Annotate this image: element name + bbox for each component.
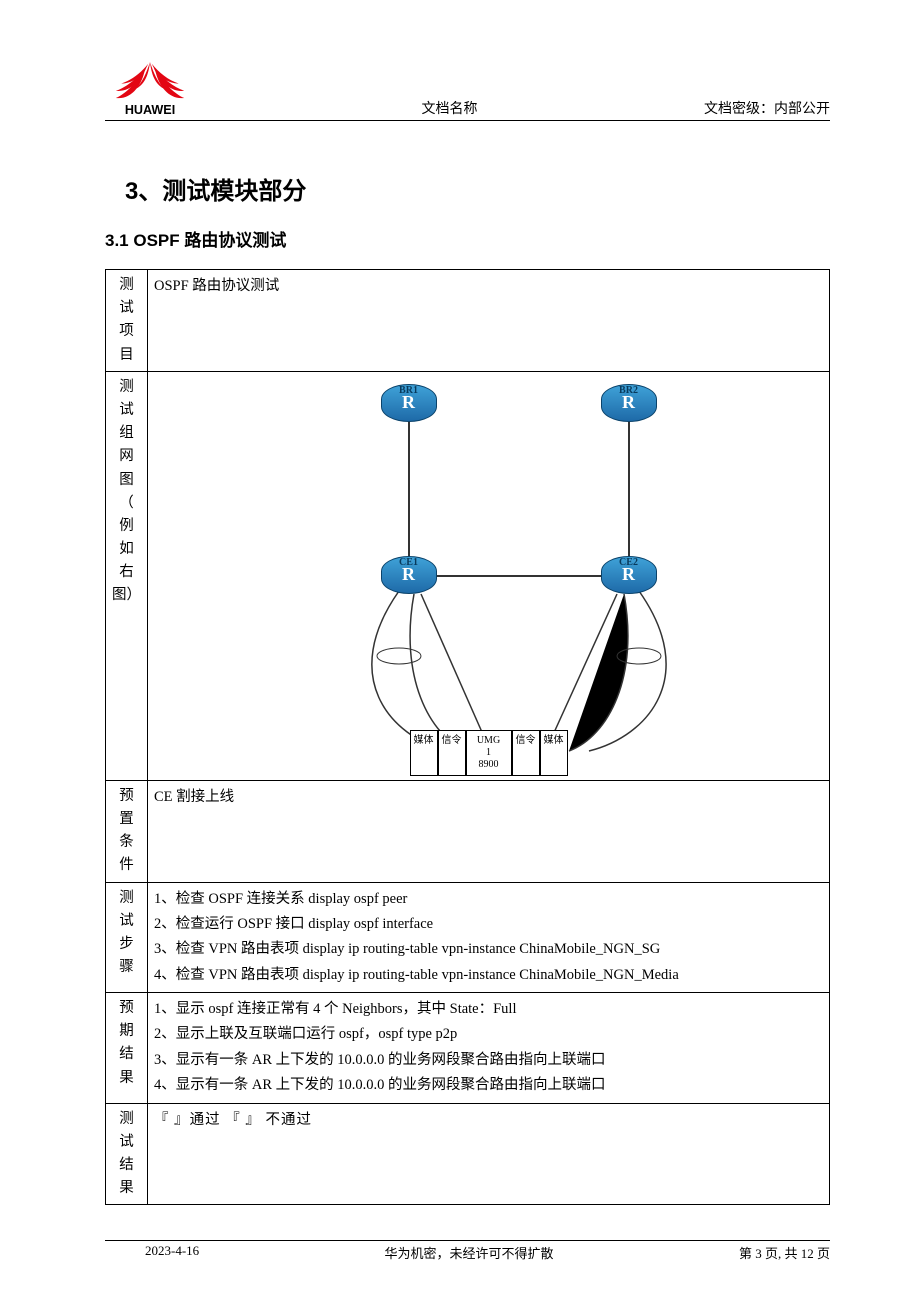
expect-line: 3、显示有一条 AR 上下发的 10.0.0.0 的业务网段聚合路由指向上联端口 bbox=[154, 1048, 823, 1073]
expect-line: 2、显示上联及互联端口运行 ospf，ospf type p2p bbox=[154, 1022, 823, 1047]
umg-signal-right: 信令 bbox=[512, 730, 540, 776]
router-label: BR2 bbox=[599, 382, 659, 400]
router-br1: BR1 R bbox=[379, 384, 439, 422]
subsection-heading: 3.1 OSPF 路由协议测试 bbox=[105, 226, 830, 251]
table-row: 测试结果 『 』通过 『 』 不通过 bbox=[106, 1103, 830, 1205]
brand-text: HUAWEI bbox=[125, 103, 175, 117]
step-line: 1、检查 OSPF 连接关系 display ospf peer bbox=[154, 887, 823, 912]
umg-media-right: 媒体 bbox=[540, 730, 568, 776]
security-label: 文档密级： bbox=[704, 102, 774, 117]
router-label: CE1 bbox=[379, 554, 439, 572]
row-label-item: 测试项目 bbox=[106, 270, 148, 372]
cell-test-steps: 1、检查 OSPF 连接关系 display ospf peer 2、检查运行 … bbox=[148, 882, 830, 993]
umg-device: 媒体 信令 UMG 1 8900 信令 媒体 bbox=[410, 730, 568, 776]
cell-topology: BR1 R BR2 R CE1 R CE2 R bbox=[148, 371, 830, 780]
header-security: 文档密级：内部公开 bbox=[704, 98, 830, 118]
cell-expected: 1、显示 ospf 连接正常有 4 个 Neighbors，其中 State：F… bbox=[148, 993, 830, 1104]
router-label: BR1 bbox=[379, 382, 439, 400]
test-spec-table: 测试项目 OSPF 路由协议测试 测试组网图（例如右图） bbox=[105, 269, 830, 1205]
table-row: 预置条件 CE 割接上线 bbox=[106, 780, 830, 882]
table-row: 测试组网图（例如右图） bbox=[106, 371, 830, 780]
umg-media-left: 媒体 bbox=[410, 730, 438, 776]
footer-page-number: 第 3 页, 共 12 页 bbox=[739, 1243, 830, 1262]
cell-test-item: OSPF 路由协议测试 bbox=[148, 270, 830, 372]
row-label-precond: 预置条件 bbox=[106, 780, 148, 882]
cell-result: 『 』通过 『 』 不通过 bbox=[148, 1103, 830, 1205]
row-label-result: 测试结果 bbox=[106, 1103, 148, 1205]
section-heading: 3、测试模块部分 bbox=[125, 171, 830, 206]
row-label-steps: 测试步骤 bbox=[106, 882, 148, 993]
diagram-lines bbox=[189, 376, 789, 776]
router-ce2: CE2 R bbox=[599, 556, 659, 594]
table-row: 测试项目 OSPF 路由协议测试 bbox=[106, 270, 830, 372]
expect-line: 1、显示 ospf 连接正常有 4 个 Neighbors，其中 State：F… bbox=[154, 997, 823, 1022]
step-line: 4、检查 VPN 路由表项 display ip routing-table v… bbox=[154, 963, 823, 988]
footer-date: 2023-4-16 bbox=[105, 1243, 199, 1262]
row-label-topology: 测试组网图（例如右图） bbox=[106, 371, 148, 780]
huawei-icon: HUAWEI bbox=[105, 60, 195, 118]
router-label: CE2 bbox=[599, 554, 659, 572]
step-line: 3、检查 VPN 路由表项 display ip routing-table v… bbox=[154, 937, 823, 962]
brand-logo: HUAWEI bbox=[105, 60, 195, 118]
router-br2: BR2 R bbox=[599, 384, 659, 422]
network-diagram: BR1 R BR2 R CE1 R CE2 R bbox=[189, 376, 789, 776]
security-value: 内部公开 bbox=[774, 102, 830, 117]
umg-center: UMG 1 8900 bbox=[466, 730, 512, 776]
header-doc-title: 文档名称 bbox=[195, 98, 704, 118]
footer-confidential: 华为机密，未经许可不得扩散 bbox=[199, 1243, 739, 1262]
umg-signal-left: 信令 bbox=[438, 730, 466, 776]
cell-precondition: CE 割接上线 bbox=[148, 780, 830, 882]
row-label-expect: 预期结果 bbox=[106, 993, 148, 1104]
page-footer: 2023-4-16 华为机密，未经许可不得扩散 第 3 页, 共 12 页 bbox=[105, 1240, 830, 1262]
table-row: 预期结果 1、显示 ospf 连接正常有 4 个 Neighbors，其中 St… bbox=[106, 993, 830, 1104]
page-header: HUAWEI 文档名称 文档密级：内部公开 bbox=[105, 60, 830, 121]
table-row: 测试步骤 1、检查 OSPF 连接关系 display ospf peer 2、… bbox=[106, 882, 830, 993]
step-line: 2、检查运行 OSPF 接口 display ospf interface bbox=[154, 912, 823, 937]
expect-line: 4、显示有一条 AR 上下发的 10.0.0.0 的业务网段聚合路由指向上联端口 bbox=[154, 1073, 823, 1098]
router-ce1: CE1 R bbox=[379, 556, 439, 594]
